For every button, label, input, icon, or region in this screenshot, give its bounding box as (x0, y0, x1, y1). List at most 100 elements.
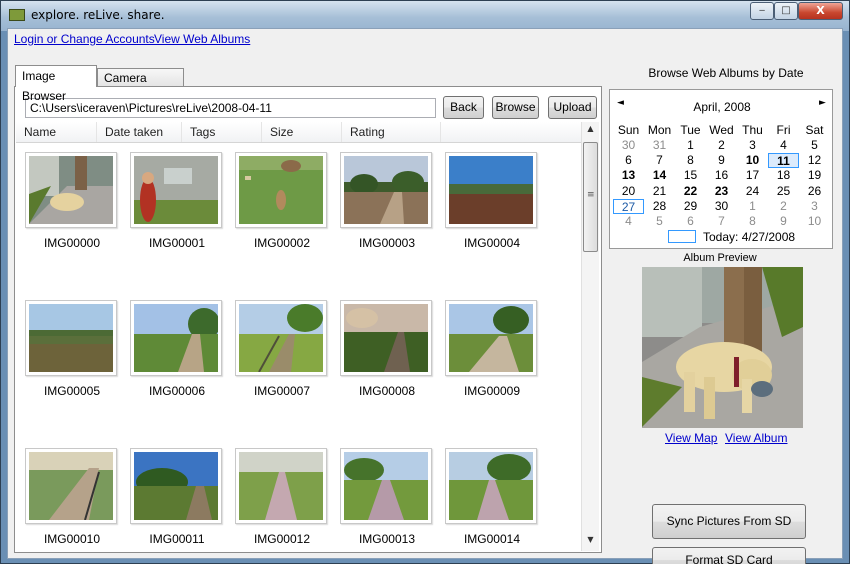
calendar-day[interactable]: 28 (644, 199, 675, 214)
format-sd-card-button[interactable]: Format SD Card (652, 547, 806, 564)
calendar-day[interactable]: 5 (644, 214, 675, 229)
calendar-day[interactable]: 22 (675, 184, 706, 199)
thumbnail-image[interactable] (130, 448, 222, 524)
thumbnail-image[interactable] (130, 300, 222, 376)
thumbnail-item[interactable]: IMG00010 (19, 440, 125, 550)
calendar-day[interactable]: 1 (675, 138, 706, 153)
browse-button[interactable]: Browse (492, 96, 539, 119)
thumbnail-item[interactable]: IMG00011 (124, 440, 230, 550)
back-button[interactable]: Back (443, 96, 484, 119)
month-calendar[interactable]: ◄ April, 2008 ► Sun Mon Tue Wed Thu Fri Sat 30 3… (609, 89, 833, 249)
calendar-day[interactable]: 3 (799, 199, 830, 214)
scroll-thumb[interactable]: ≡ (583, 142, 598, 252)
calendar-day[interactable]: 13 (613, 168, 644, 183)
calendar-day[interactable]: 11 (768, 153, 799, 169)
calendar-day[interactable]: 31 (644, 138, 675, 153)
title-bar[interactable]: explore. reLive. share. ‒ □ X (1, 1, 849, 31)
thumbnail-image[interactable] (445, 448, 537, 524)
column-header-rating[interactable]: Rating (342, 122, 441, 142)
thumbnail-image[interactable] (25, 300, 117, 376)
path-input[interactable] (25, 98, 436, 118)
tab-image-browser[interactable]: Image Browser (15, 65, 97, 103)
view-album-link[interactable]: View Album (725, 431, 787, 445)
tab-camera-settings[interactable]: Camera Settings (97, 68, 184, 103)
minimize-button[interactable]: ‒ (750, 2, 774, 20)
thumbnail-image[interactable] (130, 152, 222, 228)
calendar-day[interactable]: 20 (613, 184, 644, 199)
calendar-day[interactable]: 25 (768, 184, 799, 199)
scroll-up-arrow-icon[interactable]: ▲ (582, 124, 599, 138)
calendar-day[interactable]: 16 (706, 168, 737, 183)
thumbnail-image[interactable] (445, 300, 537, 376)
sync-pictures-button[interactable]: Sync Pictures From SD Card (652, 504, 806, 561)
calendar-day[interactable]: 2 (768, 199, 799, 214)
thumbnail-image[interactable] (25, 152, 117, 228)
upload-button[interactable]: Upload (548, 96, 597, 119)
column-header-size[interactable]: Size (262, 122, 342, 142)
thumbnail-item[interactable]: IMG00007 (229, 292, 335, 402)
thumbnail-image[interactable] (235, 152, 327, 228)
thumbnail-item[interactable]: IMG00008 (334, 292, 440, 402)
calendar-day[interactable]: 10 (799, 214, 830, 229)
thumbnail-image[interactable] (235, 300, 327, 376)
vertical-scrollbar[interactable]: ▲ ≡ ▼ (581, 122, 599, 551)
column-header-date-taken[interactable]: Date taken (97, 122, 182, 142)
thumbnail-item[interactable]: IMG00001 (124, 144, 230, 254)
calendar-day[interactable]: 10 (737, 153, 768, 168)
thumbnail-item[interactable]: IMG00004 (439, 144, 545, 254)
calendar-day[interactable]: 26 (799, 184, 830, 199)
maximize-button[interactable]: □ (774, 2, 798, 20)
calendar-day[interactable]: 24 (737, 184, 768, 199)
column-header-name[interactable]: Name (16, 122, 97, 142)
thumbnail-item[interactable]: IMG00006 (124, 292, 230, 402)
calendar-day[interactable]: 6 (613, 153, 644, 168)
login-link[interactable]: Login or Change Accounts (14, 32, 155, 46)
column-header-tags[interactable]: Tags (182, 122, 262, 142)
calendar-day[interactable]: 2 (706, 138, 737, 153)
calendar-day[interactable]: 7 (706, 214, 737, 229)
scroll-down-arrow-icon[interactable]: ▼ (582, 535, 599, 549)
view-map-link[interactable]: View Map (665, 431, 717, 445)
thumbnail-image[interactable] (235, 448, 327, 524)
calendar-day[interactable]: 3 (737, 138, 768, 153)
calendar-day[interactable]: 1 (737, 199, 768, 214)
calendar-day[interactable]: 8 (675, 153, 706, 168)
thumbnail-item[interactable]: IMG00013 (334, 440, 440, 550)
thumbnail-item[interactable]: IMG00014 (439, 440, 545, 550)
next-month-arrow-icon[interactable]: ► (819, 98, 826, 108)
calendar-day[interactable]: 27 (613, 198, 644, 214)
calendar-day[interactable]: 30 (613, 138, 644, 153)
thumbnail-item[interactable]: IMG00009 (439, 292, 545, 402)
calendar-day[interactable]: 19 (799, 168, 830, 183)
calendar-today-label[interactable]: Today: 4/27/2008 (703, 230, 795, 244)
calendar-day[interactable]: 29 (675, 199, 706, 214)
calendar-day[interactable]: 15 (675, 168, 706, 183)
close-button[interactable]: X (798, 2, 843, 20)
thumbnail-item[interactable]: IMG00012 (229, 440, 335, 550)
calendar-day[interactable]: 7 (644, 153, 675, 168)
calendar-day[interactable]: 8 (737, 214, 768, 229)
thumbnail-image[interactable] (340, 300, 432, 376)
thumbnail-image[interactable] (25, 448, 117, 524)
calendar-day[interactable]: 18 (768, 168, 799, 183)
thumbnail-image[interactable] (445, 152, 537, 228)
calendar-day[interactable]: 14 (644, 168, 675, 183)
calendar-day[interactable]: 6 (675, 214, 706, 229)
thumbnail-image[interactable] (340, 448, 432, 524)
calendar-day[interactable]: 21 (644, 184, 675, 199)
calendar-day[interactable]: 9 (706, 153, 737, 168)
calendar-day[interactable]: 4 (768, 138, 799, 153)
thumbnail-item[interactable]: IMG00002 (229, 144, 335, 254)
calendar-day[interactable]: 12 (799, 153, 830, 168)
calendar-day[interactable]: 23 (706, 184, 737, 199)
view-web-albums-link[interactable]: View Web Albums (154, 32, 250, 46)
calendar-day[interactable]: 5 (799, 138, 830, 153)
calendar-day[interactable]: 4 (613, 214, 644, 229)
thumbnail-item[interactable]: IMG00003 (334, 144, 440, 254)
calendar-day[interactable]: 9 (768, 214, 799, 229)
calendar-day[interactable]: 30 (706, 199, 737, 214)
thumbnail-item[interactable]: IMG00005 (19, 292, 125, 402)
thumbnail-image[interactable] (340, 152, 432, 228)
calendar-day[interactable]: 17 (737, 168, 768, 183)
thumbnail-item[interactable]: IMG00000 (19, 144, 125, 254)
